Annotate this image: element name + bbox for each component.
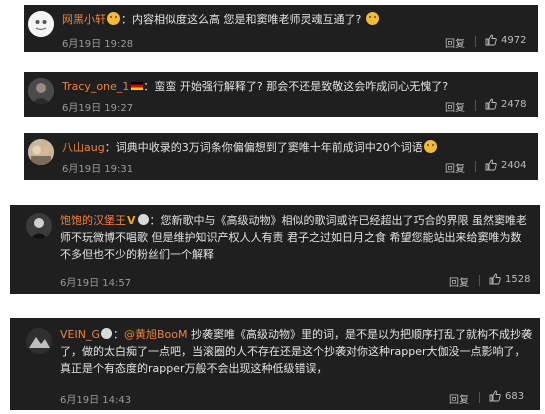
like-count: 1528 — [505, 273, 531, 285]
timestamp: 6月19日 14:57 — [60, 278, 132, 289]
comment-card: 网黑小轩 ：内容相似度这么高 您是和窦唯老师灵魂互通了? 6月19日 19:28 … — [24, 5, 538, 52]
thumbs-up-icon — [489, 390, 501, 402]
avatar[interactable] — [26, 328, 52, 354]
like-button[interactable]: 2404 — [485, 159, 526, 171]
like-button[interactable]: 2478 — [485, 98, 526, 110]
comment-card: 八山aug：词典中收录的3万词条你偏偏想到了窦唯十年前成词中20个词语 6月19… — [24, 133, 538, 180]
like-count: 2404 — [501, 159, 527, 171]
divider — [475, 100, 476, 111]
avatar[interactable] — [28, 11, 54, 37]
thumbs-up-icon — [489, 273, 501, 285]
username[interactable]: Tracy_one_1 — [62, 80, 129, 93]
divider — [479, 275, 480, 286]
timestamp: 6月19日 14:43 — [60, 395, 132, 406]
avatar[interactable] — [28, 139, 54, 165]
badge-icon — [100, 328, 112, 339]
comment-body: ：蛮蛮 开始强行解释了? 那会不还是致敬这会咋成问心无愧了? — [143, 80, 449, 93]
comment-text: Tracy_one_1 ：蛮蛮 开始强行解释了? 那会不还是致敬这会咋成问心无愧了… — [62, 78, 448, 95]
flag-icon — [131, 82, 144, 90]
divider — [479, 392, 480, 403]
comment-text: 网黑小轩 ：内容相似度这么高 您是和窦唯老师灵魂互通了? — [62, 11, 380, 28]
emoji-icon — [107, 12, 120, 25]
timestamp: 6月19日 19:27 — [62, 103, 134, 114]
divider — [475, 161, 476, 172]
reply-button[interactable]: 回复 — [445, 160, 465, 175]
like-button[interactable]: 4972 — [485, 34, 526, 46]
like-count: 4972 — [501, 34, 527, 46]
comment-text: VEIN_G ：@黄旭BooM 抄袭窦唯《高级动物》里的词，是不是以为把顺序打乱了… — [60, 328, 532, 375]
emoji-icon — [423, 140, 437, 153]
reply-button[interactable]: 回复 — [449, 274, 469, 289]
badge-icon — [137, 214, 149, 225]
comment-card: 饱饱的汉堡王V ：您新歌中与《高级动物》相似的歌词或许已经超出了巧合的界限 虽然窦… — [10, 205, 540, 294]
reply-button[interactable]: 回复 — [445, 35, 465, 50]
username[interactable]: 网黑小轩 — [62, 13, 106, 26]
username[interactable]: 饱饱的汉堡王 — [60, 214, 126, 227]
avatar[interactable] — [26, 213, 52, 239]
mention-link[interactable]: @黄旭BooM — [124, 328, 188, 341]
avatar[interactable] — [28, 78, 54, 104]
verified-v-icon: V — [127, 214, 136, 227]
comment-body: ：词典中收录的3万词条你偏偏想到了窦唯十年前成词中20个词语 — [104, 141, 423, 154]
like-count: 2478 — [501, 98, 527, 110]
comment-card: VEIN_G ：@黄旭BooM 抄袭窦唯《高级动物》里的词，是不是以为把顺序打乱了… — [10, 318, 540, 410]
username[interactable]: 八山aug — [62, 141, 105, 154]
divider — [475, 36, 476, 47]
username[interactable]: VEIN_G — [60, 328, 100, 341]
comment-text: 饱饱的汉堡王V ：您新歌中与《高级动物》相似的歌词或许已经超出了巧合的界限 虽然窦… — [60, 212, 532, 263]
like-button[interactable]: 683 — [489, 390, 524, 402]
reply-button[interactable]: 回复 — [445, 99, 465, 114]
comment-body: ：内容相似度这么高 您是和窦唯老师灵魂互通了? — [121, 13, 362, 26]
thumbs-up-icon — [485, 159, 497, 171]
emoji-icon — [365, 12, 379, 25]
like-button[interactable]: 1528 — [489, 273, 530, 285]
timestamp: 6月19日 19:31 — [62, 164, 134, 175]
reply-button[interactable]: 回复 — [449, 391, 469, 406]
thumbs-up-icon — [485, 34, 497, 46]
timestamp: 6月19日 19:28 — [62, 39, 134, 50]
like-count: 683 — [505, 390, 525, 402]
thumbs-up-icon — [485, 98, 497, 110]
comment-text: 八山aug：词典中收录的3万词条你偏偏想到了窦唯十年前成词中20个词语 — [62, 139, 438, 156]
comment-card: Tracy_one_1 ：蛮蛮 开始强行解释了? 那会不还是致敬这会咋成问心无愧了… — [24, 72, 538, 117]
